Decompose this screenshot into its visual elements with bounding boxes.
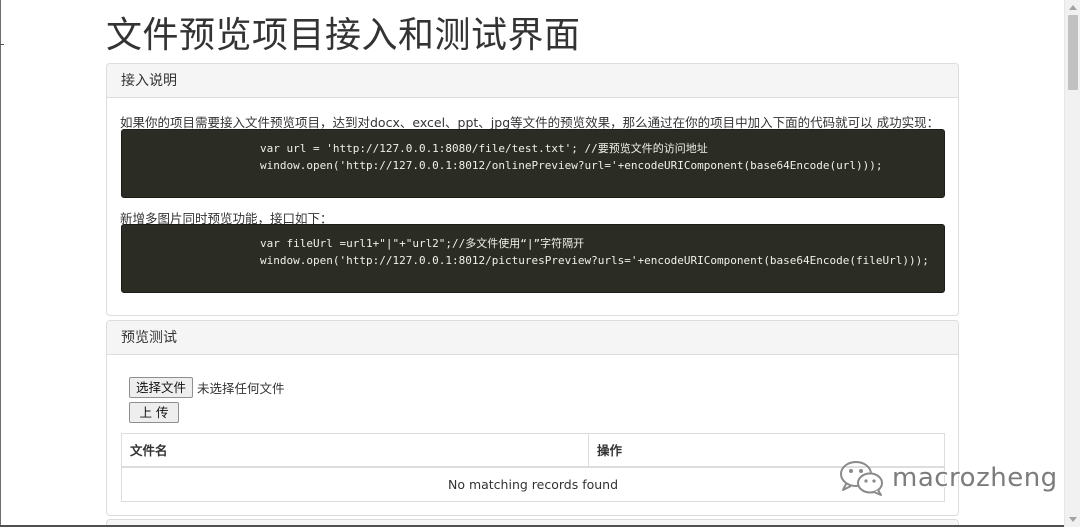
- file-status-text: 未选择任何文件: [197, 381, 285, 396]
- table-row: No matching records found: [121, 466, 945, 502]
- column-header-filename[interactable]: 文件名: [121, 433, 589, 468]
- window-left-border: [0, 0, 1, 527]
- test-panel: 预览测试 选择文件 未选择任何文件 上 传 文件名 操作 No matching…: [106, 320, 959, 516]
- window-edge-tick: [0, 44, 4, 45]
- file-input: 选择文件 未选择任何文件: [129, 377, 285, 398]
- table-header-row: 文件名 操作: [121, 433, 945, 468]
- code-block-single: var url = 'http://127.0.0.1:8080/file/te…: [121, 129, 945, 198]
- code-line: var url = 'http://127.0.0.1:8080/file/te…: [260, 142, 708, 155]
- intro-panel: 接入说明 如果你的项目需要接入文件预览项目，达到对docx、excel、ppt、…: [106, 63, 959, 316]
- code-line: window.open('http://127.0.0.1:8012/onlin…: [260, 159, 883, 172]
- wechat-logo-icon: [840, 461, 883, 496]
- page-title: 文件预览项目接入和测试界面: [106, 15, 581, 56]
- table-empty-message: No matching records found: [121, 466, 945, 502]
- watermark-text: macrozheng: [892, 463, 1058, 493]
- scroll-thumb[interactable]: [1068, 15, 1078, 90]
- intro-panel-heading: 接入说明: [107, 64, 958, 98]
- code-block-multi: var fileUrl =url1+"|"+"url2";//多文件使用“|”字…: [121, 224, 945, 293]
- choose-file-button[interactable]: 选择文件: [129, 377, 194, 398]
- code-line: window.open('http://127.0.0.1:8012/pictu…: [260, 254, 929, 267]
- scroll-up-arrow-icon[interactable]: [1069, 5, 1077, 10]
- file-table: 文件名 操作 No matching records found: [121, 433, 945, 502]
- test-panel-heading: 预览测试: [107, 321, 958, 355]
- watermark: macrozheng: [838, 458, 1058, 498]
- scroll-down-arrow-icon[interactable]: [1069, 517, 1077, 522]
- code-line: var fileUrl =url1+"|"+"url2";//多文件使用“|”字…: [260, 237, 585, 250]
- upload-button[interactable]: 上 传: [129, 402, 179, 423]
- vertical-scrollbar[interactable]: [1064, 0, 1080, 527]
